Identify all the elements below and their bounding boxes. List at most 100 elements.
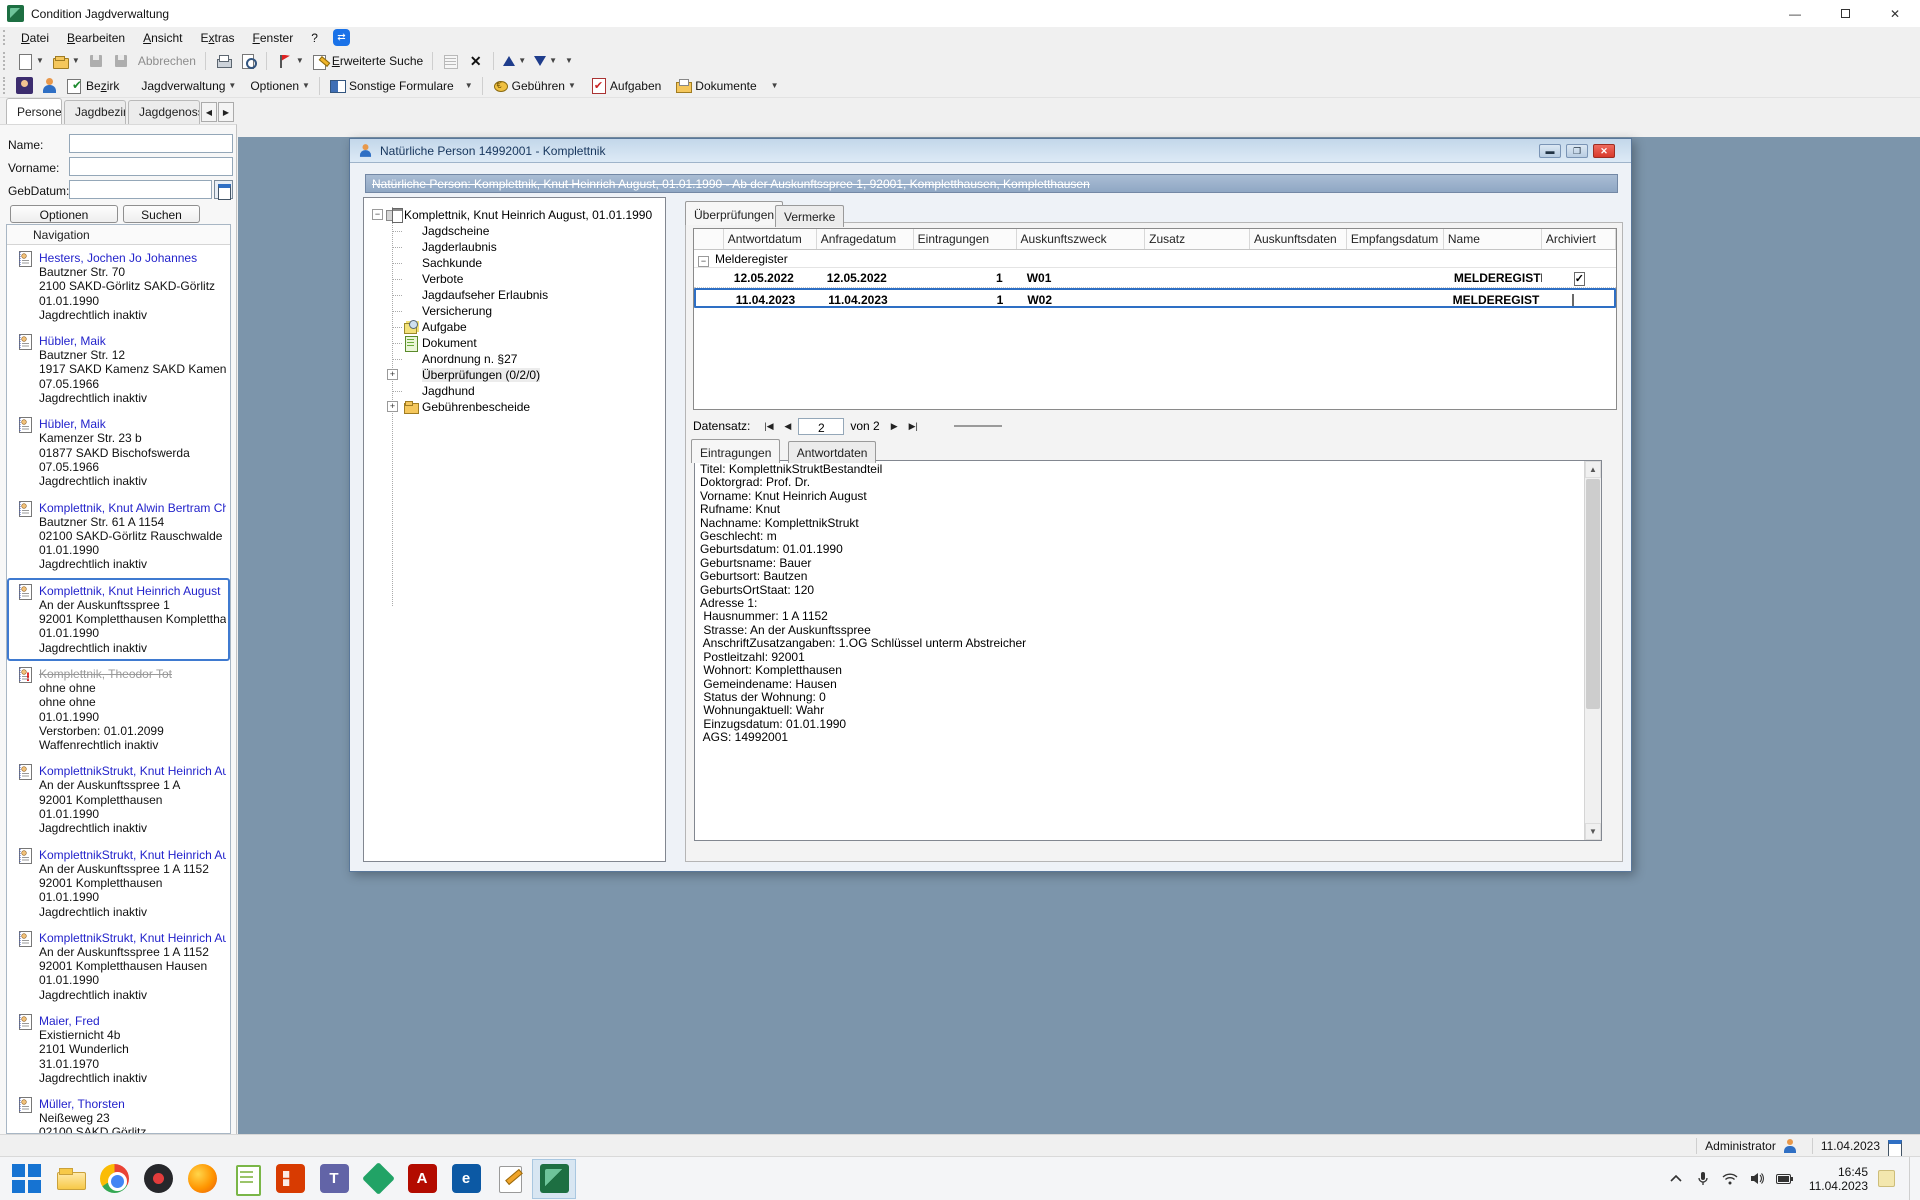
open-button[interactable]: ▼ <box>48 51 84 72</box>
person-tree[interactable]: − Komplettnik, Knut Heinrich August, 01.… <box>363 197 666 862</box>
abbrechen-button[interactable]: Abbrechen <box>134 52 200 70</box>
scroll-down-icon[interactable]: ▼ <box>1585 823 1601 840</box>
scroll-up-icon[interactable]: ▲ <box>1585 461 1601 478</box>
tree-item-versicherung[interactable]: Versicherung <box>364 303 665 319</box>
name-input[interactable] <box>69 134 233 153</box>
vorname-input[interactable] <box>69 157 233 176</box>
expand-icon[interactable]: + <box>387 369 398 380</box>
list-item[interactable]: Komplettnik, Knut Heinrich AugustAn der … <box>7 578 230 661</box>
splitter-handle[interactable] <box>954 425 1002 427</box>
toolbar-grip[interactable] <box>3 30 8 45</box>
taskbar-media-button[interactable] <box>136 1159 180 1199</box>
taskbar-editor-button[interactable] <box>488 1159 532 1199</box>
archiviert-checkbox[interactable]: ✓ <box>1574 272 1585 286</box>
tree-item-dokument[interactable]: Dokument <box>364 335 665 351</box>
next-record-button[interactable]: ▶ <box>886 418 903 435</box>
taskbar-npp-button[interactable] <box>224 1159 268 1199</box>
navigation-list[interactable]: Hesters, Jochen Jo JohannesBautzner Str.… <box>7 245 230 1134</box>
first-record-button[interactable]: |◀ <box>760 418 777 435</box>
taskbar-chrome-button[interactable] <box>92 1159 136 1199</box>
taskbar-teams-button[interactable]: T <box>312 1159 356 1199</box>
calendar-button[interactable] <box>214 180 233 199</box>
save-all-button[interactable] <box>109 51 134 72</box>
toolbar-overflow-icon[interactable]: ▼ <box>771 82 779 90</box>
list-item[interactable]: Hesters, Jochen Jo JohannesBautzner Str.… <box>7 245 230 328</box>
list-item[interactable]: !Komplettnik, Theodor Totohne ohneohne o… <box>7 661 230 758</box>
tab-personen[interactable]: Personen <box>6 98 62 124</box>
column-header[interactable]: Archiviert <box>1542 229 1616 249</box>
tree-item-gebührenbescheide[interactable]: +Gebührenbescheide <box>364 399 665 415</box>
previous-record-button[interactable]: ◀ <box>779 418 796 435</box>
tab-ueberpruefungen[interactable]: Überprüfungen <box>685 201 783 225</box>
taskbar-explorer-button[interactable] <box>48 1159 92 1199</box>
properties-button[interactable] <box>438 51 463 72</box>
tree-item-jagdscheine[interactable]: Jagdscheine <box>364 223 665 239</box>
person-window-titlebar[interactable]: Natürliche Person 14992001 - Komplettnik… <box>350 139 1631 163</box>
move-down-button[interactable]: ▼ <box>530 54 561 68</box>
column-header[interactable]: Auskunftszweck <box>1017 229 1146 249</box>
column-header[interactable] <box>694 229 724 249</box>
minimize-button[interactable]: — <box>1770 0 1820 27</box>
menu-datei[interactable]: Datei <box>12 29 58 47</box>
taskbar-edge-button[interactable]: e <box>444 1159 488 1199</box>
print-button[interactable] <box>211 51 236 72</box>
optionen-menu-button[interactable]: Optionen▼ <box>246 77 314 95</box>
last-record-button[interactable]: ▶| <box>905 418 922 435</box>
gebdatum-input[interactable] <box>69 180 212 199</box>
archiviert-checkbox[interactable] <box>1572 294 1574 306</box>
optionen-button[interactable]: Optionen <box>10 205 118 223</box>
list-item[interactable]: Hübler, MaikKamenzer Str. 23 b01877 SAKD… <box>7 411 230 494</box>
collapse-icon[interactable]: − <box>698 256 709 267</box>
tab-jagdgenossen[interactable]: Jagdgenossen <box>128 100 200 124</box>
table-row[interactable]: 12.05.202212.05.20221W01MELDEREGISTER✓ <box>694 268 1616 288</box>
delete-button[interactable]: ✕ <box>463 51 488 72</box>
list-item[interactable]: Hübler, MaikBautzner Str. 121917 SAKD Ka… <box>7 328 230 411</box>
teamviewer-icon[interactable]: ⇄ <box>333 29 350 46</box>
tree-item-aufgabe[interactable]: Aufgabe <box>364 319 665 335</box>
sonstige-formulare-button[interactable]: Sonstige Formulare▼ <box>325 75 477 96</box>
toolbar-grip[interactable] <box>3 52 8 70</box>
speaker-icon[interactable] <box>1749 1170 1766 1187</box>
column-header[interactable]: Auskunftsdaten <box>1250 229 1347 249</box>
expand-icon[interactable]: + <box>387 401 398 412</box>
tray-expand-icon[interactable] <box>1668 1170 1685 1187</box>
tree-item-jagdhund[interactable]: Jagdhund <box>364 383 665 399</box>
tab-jagdbezirke[interactable]: Jagdbezirke <box>64 100 126 124</box>
tab-antwortdaten[interactable]: Antwortdaten <box>788 441 877 463</box>
gebuehren-button[interactable]: Gebühren▼ <box>488 75 580 96</box>
column-header[interactable]: Name <box>1444 229 1542 249</box>
tab-vermerke[interactable]: Vermerke <box>775 205 844 227</box>
column-header[interactable]: Anfragedatum <box>817 229 914 249</box>
column-header[interactable]: Zusatz <box>1145 229 1250 249</box>
taskbar-acrobat-button[interactable]: A <box>400 1159 444 1199</box>
menu-ansicht[interactable]: Ansicht <box>134 29 191 47</box>
collapse-icon[interactable]: − <box>372 209 383 220</box>
tree-item-sachkunde[interactable]: Sachkunde <box>364 255 665 271</box>
tab-scroll-right-button[interactable]: ▶ <box>218 102 234 122</box>
record-number-field[interactable]: 2 <box>798 418 844 435</box>
menu-help[interactable]: ? <box>302 29 327 47</box>
list-item[interactable]: Komplettnik, Knut Alwin Bertram ChristBa… <box>7 495 230 578</box>
scrollbar[interactable]: ▲ ▼ <box>1584 461 1601 840</box>
tree-item-überprüfungen-0-2-0-[interactable]: +Überprüfungen (0/2/0) <box>364 367 665 383</box>
scrollbar-thumb[interactable] <box>1586 479 1600 709</box>
show-desktop-button[interactable] <box>1909 1157 1914 1200</box>
taskbar-diamond-button[interactable] <box>356 1159 400 1199</box>
toolbar-overflow-icon[interactable]: ▼ <box>565 57 573 65</box>
taskbar-clock[interactable]: 16:45 11.04.2023 <box>1809 1165 1868 1193</box>
child-close-button[interactable]: ✕ <box>1593 144 1615 158</box>
menu-extras[interactable]: Extras <box>191 29 243 47</box>
erweiterte-suche-button[interactable]: Erweiterte Suche <box>308 51 427 72</box>
child-minimize-button[interactable]: ▬ <box>1539 144 1561 158</box>
taskbar-firefox-button[interactable] <box>180 1159 224 1199</box>
person-search-button[interactable] <box>12 75 37 96</box>
flag-button[interactable]: ▼ <box>272 51 308 72</box>
column-header[interactable]: Eintragungen <box>914 229 1017 249</box>
tree-item-verbote[interactable]: Verbote <box>364 271 665 287</box>
bezirk-button[interactable]: Bezirk <box>62 75 123 96</box>
person-button[interactable] <box>37 75 62 96</box>
taskbar-app-button[interactable] <box>532 1159 576 1199</box>
list-item[interactable]: KomplettnikStrukt, Knut Heinrich AugustA… <box>7 758 230 841</box>
microphone-icon[interactable] <box>1695 1170 1712 1187</box>
taskbar-start-button[interactable] <box>4 1159 48 1199</box>
